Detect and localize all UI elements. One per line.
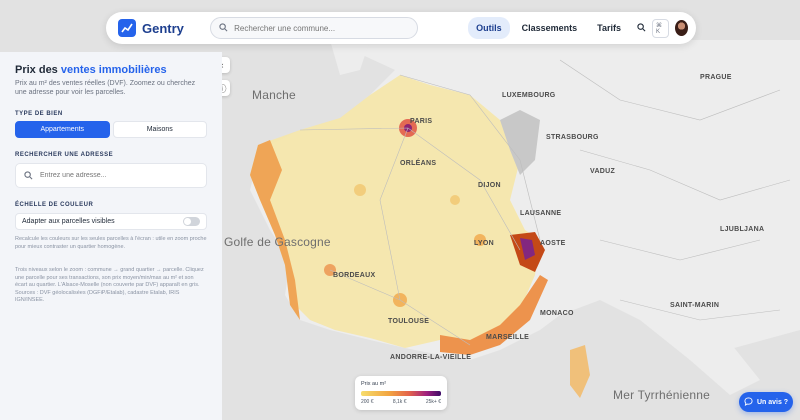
nav-tarifs[interactable]: Tarifs (589, 17, 629, 39)
legend-gradient (361, 391, 441, 396)
info-note: Trois niveaux selon le zoom : commune → … (15, 267, 204, 303)
price-legend: Prix au m² 200 € 8,1k € 25k+ € (355, 376, 447, 410)
adapt-scale-note: Recalcule les couleurs sur les seules pa… (15, 236, 207, 250)
panel-title: Prix des ventes immobilières (15, 64, 167, 76)
side-panel: Prix des ventes immobilières Prix au m² … (0, 52, 222, 420)
commune-search-input[interactable] (234, 23, 405, 33)
label-saint-marin: SAINT-MARIN (670, 302, 720, 309)
nav-outils[interactable]: Outils (468, 17, 510, 39)
label-strasbourg: STRASBOURG (546, 134, 599, 141)
legend-max: 25k+ € (425, 399, 441, 405)
top-header: Gentry Outils Classements Tarifs ⌘ K (106, 12, 696, 44)
panel-description: Prix au m² des ventes réelles (DVF). Zoo… (15, 80, 196, 96)
label-ljubljana: LJUBLJANA (720, 226, 765, 233)
legend-mid: 8,1k € (392, 399, 407, 405)
type-houses-button[interactable]: Maisons (112, 121, 207, 138)
keyboard-shortcut: ⌘ K (652, 18, 670, 38)
label-toulouse: TOULOUSE (388, 318, 430, 325)
commune-search[interactable] (210, 17, 419, 39)
logo-chart-icon (118, 19, 136, 37)
type-apartments-button[interactable]: Appartements (15, 121, 110, 138)
legend-ticks: 200 € 8,1k € 25k+ € (361, 399, 441, 405)
scale-label: ÉCHELLE DE COULEUR (15, 202, 94, 208)
label-andorre: ANDORRE-LA-VIEILLE (390, 354, 472, 361)
search-shortcut-icon[interactable] (637, 19, 646, 37)
avatar[interactable] (675, 20, 688, 36)
label-orleans: ORLÉANS (400, 160, 437, 167)
adapt-scale-row[interactable]: Adapter aux parcelles visibles (15, 213, 207, 230)
label-marseille: MARSEILLE (486, 334, 530, 341)
chat-icon (744, 396, 753, 408)
label-dijon: DIJON (478, 182, 501, 189)
label-prague: PRAGUE (700, 74, 732, 81)
label-lyon: LYON (474, 240, 495, 247)
feedback-button[interactable]: Un avis ? (739, 392, 793, 412)
address-label: RECHERCHER UNE ADRESSE (15, 152, 114, 158)
legend-min: 200 € (361, 399, 374, 405)
label-monaco: MONACO (540, 310, 574, 317)
label-gascogne: Golfe de Gascogne (224, 235, 331, 249)
feedback-label: Un avis ? (756, 398, 789, 406)
address-search-icon (24, 167, 33, 185)
label-lausanne: LAUSANNE (520, 210, 562, 217)
adapt-scale-toggle[interactable] (183, 217, 200, 226)
nav-classements[interactable]: Classements (514, 17, 586, 39)
label-luxembourg: LUXEMBOURG (502, 92, 556, 99)
app-name: Gentry (142, 20, 184, 36)
label-aoste: AOSTE (540, 240, 566, 247)
logo[interactable]: Gentry (118, 19, 202, 37)
header-actions: ⌘ K (637, 18, 688, 38)
main-nav: Outils Classements Tarifs (468, 17, 629, 39)
label-manche: Manche (252, 88, 296, 102)
type-toggle: Appartements Maisons (15, 121, 207, 138)
search-icon (219, 19, 228, 37)
label-paris: PARIS (410, 118, 433, 125)
label-tyrrhenian: Mer Tyrrhénienne (613, 388, 711, 402)
label-bordeaux: BORDEAUX (333, 272, 376, 279)
label-vaduz: VADUZ (590, 168, 616, 175)
address-search[interactable] (15, 163, 207, 188)
type-label: TYPE DE BIEN (15, 111, 63, 117)
adapt-scale-label: Adapter aux parcelles visibles (22, 218, 115, 225)
address-input[interactable] (40, 172, 190, 179)
legend-title: Prix au m² (361, 381, 387, 387)
